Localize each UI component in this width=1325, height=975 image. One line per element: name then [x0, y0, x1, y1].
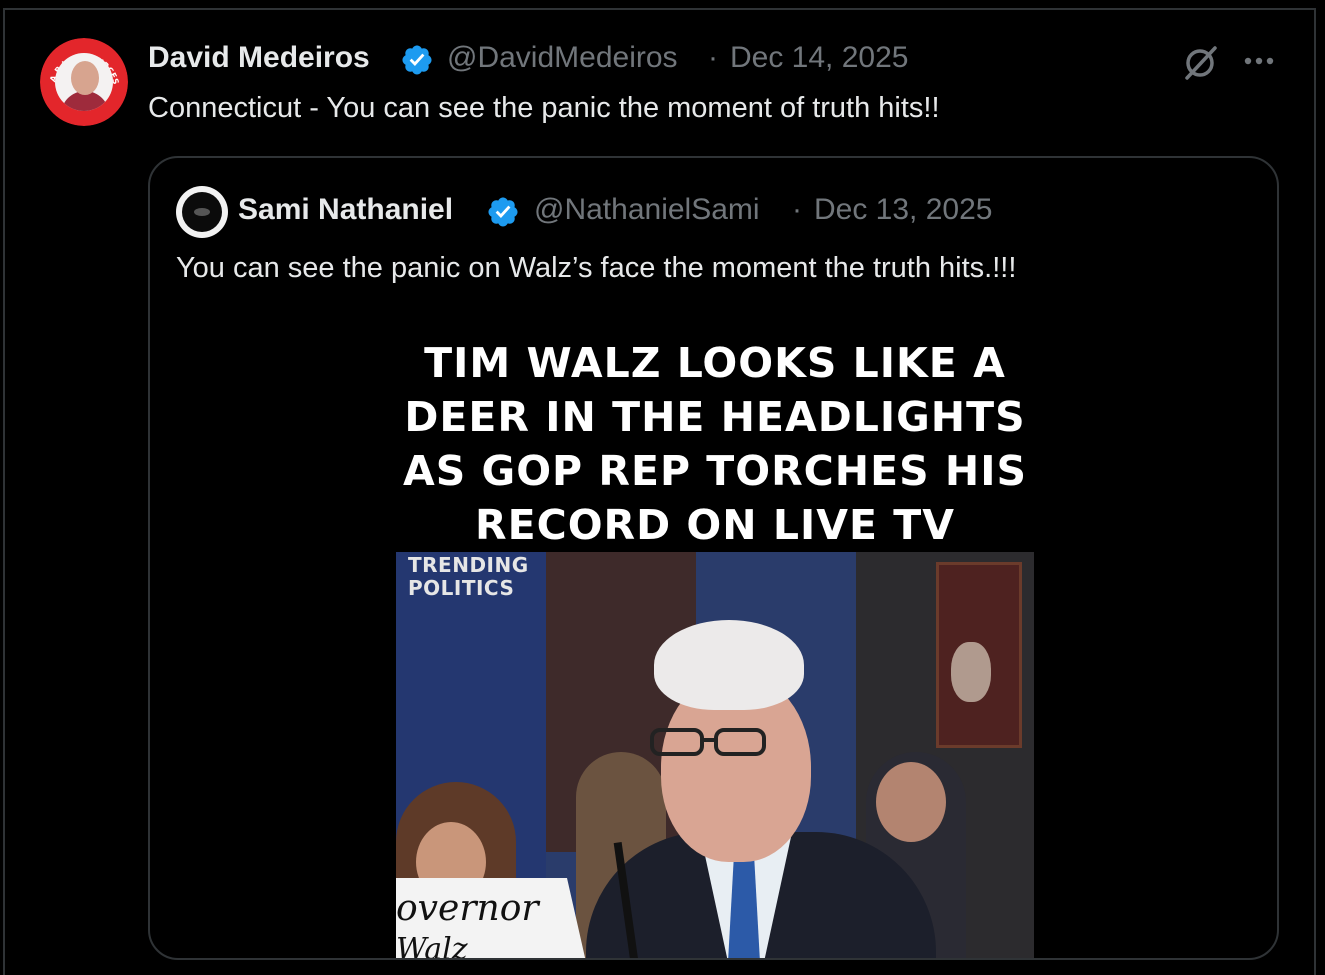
media-video[interactable]: overnor Walz TRENDING POLITICS — [396, 552, 1034, 960]
headline-line: AS GOP REP TORCHES HIS — [403, 447, 1027, 495]
meta-separator: · — [792, 193, 802, 226]
author-name[interactable]: David Medeiros — [148, 40, 370, 76]
glasses-shape — [650, 728, 766, 756]
quoted-post-text: You can see the panic on Walz’s face the… — [176, 252, 1017, 284]
quoted-author-name[interactable]: Sami Nathaniel — [238, 192, 453, 228]
nameplate-text: Walz — [396, 932, 468, 960]
post-date[interactable]: Dec 14, 2025 — [730, 40, 908, 76]
quoted-tweet-card[interactable]: Sami Nathaniel @NathanielSami · Dec 13, … — [148, 156, 1279, 960]
media-headline: TIM WALZ LOOKS LIKE A DEER IN THE HEADLI… — [350, 336, 1080, 552]
quoted-post-date[interactable]: Dec 13, 2025 — [814, 192, 992, 228]
headline-line: RECORD ON LIVE TV — [475, 501, 955, 549]
author-avatar[interactable]: A.B.I. RESOURCES — [40, 38, 128, 126]
verified-badge-icon — [402, 45, 432, 75]
nameplate-text: overnor — [396, 888, 539, 929]
meta-separator: · — [708, 41, 718, 74]
more-horizontal-icon[interactable] — [1240, 46, 1280, 76]
grok-slash-icon[interactable] — [1180, 42, 1220, 82]
divider-right — [1314, 8, 1316, 975]
verified-badge-icon — [488, 197, 518, 227]
headline-line: DEER IN THE HEADLIGHTS — [404, 393, 1026, 441]
divider-top — [3, 8, 1316, 10]
trending-politics-logo: TRENDING POLITICS — [408, 553, 529, 600]
divider-left — [3, 8, 5, 975]
tweet-container[interactable]: A.B.I. RESOURCES David Medeiros @DavidMe… — [0, 0, 1325, 975]
headline-line: TIM WALZ LOOKS LIKE A — [424, 339, 1006, 387]
quoted-author-handle[interactable]: @NathanielSami — [534, 192, 760, 228]
quoted-author-avatar[interactable] — [176, 186, 228, 238]
post-text: Connecticut - You can see the panic the … — [148, 92, 940, 124]
author-handle[interactable]: @DavidMedeiros — [447, 40, 678, 76]
